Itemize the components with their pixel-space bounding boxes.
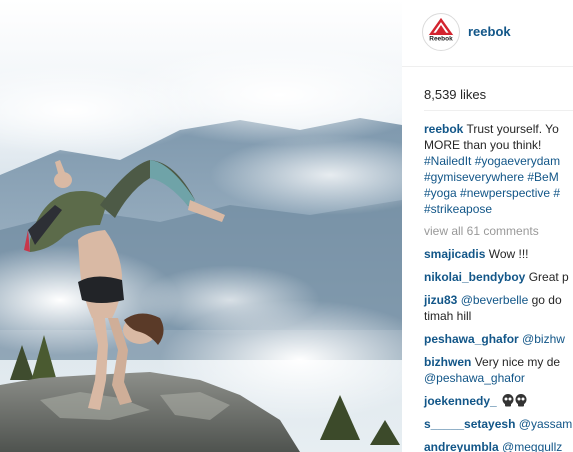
comment-mention[interactable]: @yassam [519, 417, 573, 431]
caption-hashtags-line3[interactable]: #NailedIt #yogaeverydam [424, 153, 573, 169]
post-header: Reebok reebok [402, 0, 573, 67]
comment-text: go do [531, 293, 562, 307]
view-all-comments-link[interactable]: view all 61 comments [424, 223, 573, 239]
comment: nikolai_bendyboy Great p [424, 269, 573, 285]
comment: jizu83 @beverbelle go do timah hill [424, 292, 573, 324]
profile-avatar[interactable]: Reebok [422, 13, 460, 51]
comment: smajicadis Wow !!! [424, 246, 573, 262]
comment-text-continued: timah hill [424, 309, 472, 323]
comment-username[interactable]: smajicadis [424, 247, 485, 261]
reebok-logo-icon: Reebok [428, 17, 454, 43]
comment-text: Great p [528, 270, 569, 284]
comment-mention[interactable]: @peshawa_ghafor [424, 370, 573, 386]
comment-text: Very nice my de [474, 355, 561, 369]
caption: reebok Trust yourself. Yo MORE than you … [424, 121, 573, 217]
comment: andreyumbla @meggullz [424, 439, 573, 452]
caption-hashtags-line5[interactable]: #yoga #newperspective # [424, 185, 573, 201]
divider [424, 110, 573, 111]
avatar-brand-text: Reebok [429, 36, 453, 43]
like-count[interactable]: 8,539 likes [424, 87, 486, 102]
comment-username[interactable]: nikolai_bendyboy [424, 270, 525, 284]
comment-mention[interactable]: @beverbelle [461, 293, 529, 307]
comments-section: reebok Trust yourself. Yo MORE than you … [424, 121, 573, 452]
caption-text-line2: MORE than you think! [424, 138, 542, 152]
comment-username[interactable]: bizhwen [424, 355, 471, 369]
comment-mention[interactable]: @meggullz [502, 440, 562, 452]
caption-username[interactable]: reebok [424, 122, 463, 136]
yoga-handstand-photo [0, 0, 402, 452]
caption-hashtags-line4[interactable]: #gymiseverywhere #BeM [424, 169, 573, 185]
comment: joekennedy_ [424, 393, 573, 409]
post-username[interactable]: reebok [468, 24, 511, 39]
comment-username[interactable]: s_____setayesh [424, 417, 515, 431]
post-photo[interactable] [0, 0, 402, 452]
comment-username[interactable]: jizu83 [424, 293, 457, 307]
comment-username[interactable]: peshawa_ghafor [424, 332, 519, 346]
skull-emoji-icon [502, 394, 528, 411]
post-sidebar: Reebok reebok 8,539 likes reebok Trust y… [402, 0, 573, 452]
caption-hashtags-line6[interactable]: #strikeapose [424, 201, 573, 217]
comment-username[interactable]: joekennedy_ [424, 394, 497, 408]
comment: bizhwen Very nice my de @peshawa_ghafor [424, 354, 573, 386]
comment-username[interactable]: andreyumbla [424, 440, 499, 452]
caption-text-line1: Trust yourself. Yo [466, 122, 559, 136]
comment-mention[interactable]: @bizhw [522, 332, 565, 346]
comment: s_____setayesh @yassam [424, 416, 573, 432]
comment-text: Wow !!! [488, 247, 529, 261]
comment: peshawa_ghafor @bizhw [424, 331, 573, 347]
